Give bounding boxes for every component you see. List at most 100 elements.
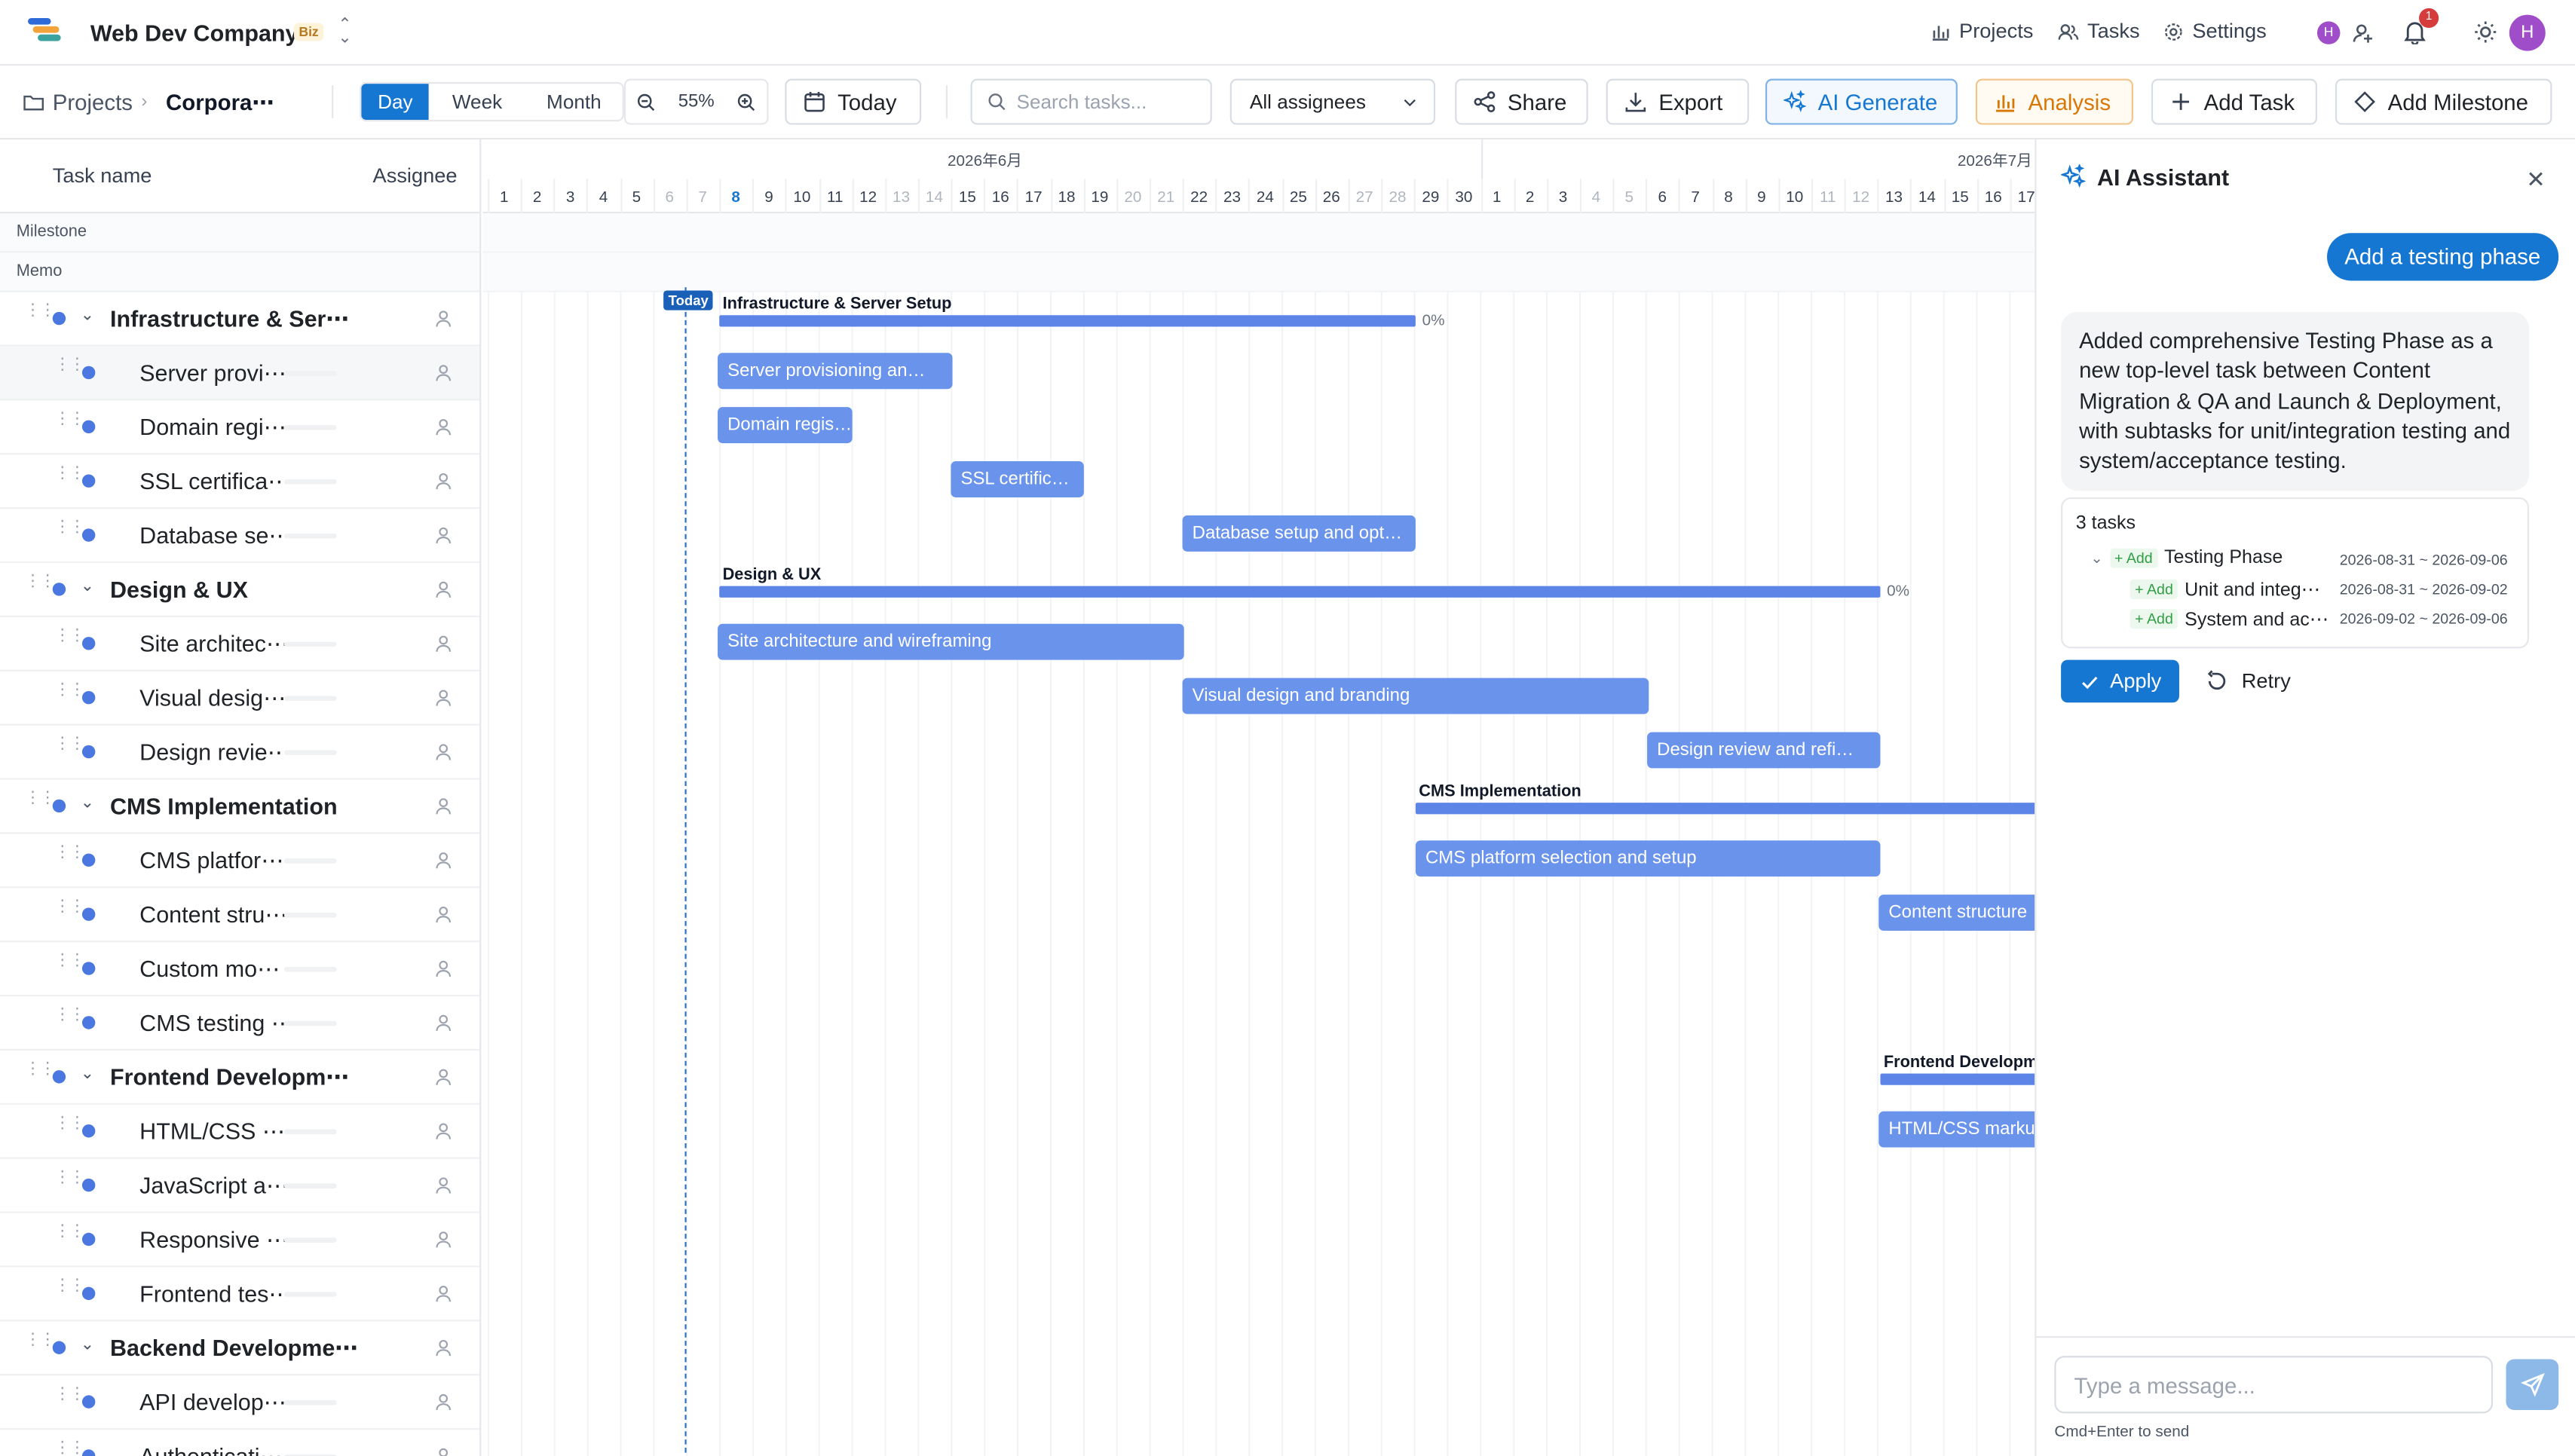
task-name[interactable]: Visual desig⋯: [139, 684, 286, 712]
assignee-icon[interactable]: [433, 1229, 453, 1249]
task-name[interactable]: Design revie⋯: [139, 739, 290, 766]
drag-handle-icon[interactable]: ⋮⋮: [54, 628, 85, 653]
chevron-down-icon[interactable]: ⌄: [81, 1336, 97, 1356]
assignee-icon[interactable]: [433, 1338, 453, 1357]
proposed-task-row[interactable]: + Add System and ac⋯: [2130, 607, 2329, 630]
drag-handle-icon[interactable]: ⋮⋮: [54, 357, 85, 382]
assignee-icon[interactable]: [433, 525, 453, 545]
nav-tasks[interactable]: Tasks: [2058, 20, 2140, 43]
task-bar[interactable]: Visual design and branding: [1182, 678, 1649, 714]
member-avatar[interactable]: H: [2316, 21, 2341, 44]
task-row[interactable]: ⋮⋮ Responsive ⋯: [0, 1213, 480, 1268]
company-name[interactable]: Web Dev Company: [90, 20, 299, 46]
task-bar[interactable]: Database setup and opt…: [1182, 515, 1416, 552]
chevron-down-icon[interactable]: ⌄: [2090, 549, 2102, 567]
task-name[interactable]: SSL certifica⋯: [139, 468, 291, 496]
drag-handle-icon[interactable]: ⋮⋮: [54, 1224, 85, 1249]
task-group-row[interactable]: ⋮⋮ ⌄ Backend Developme⋯: [0, 1321, 480, 1376]
task-bar[interactable]: CMS platform selection and setup: [1415, 840, 1881, 877]
task-name[interactable]: Frontend Developm⋯: [110, 1063, 349, 1091]
drag-handle-icon[interactable]: ⋮⋮: [54, 519, 85, 545]
drag-handle-icon[interactable]: ⋮⋮: [25, 1061, 56, 1087]
assignee-icon[interactable]: [433, 417, 453, 436]
assignee-icon[interactable]: [433, 688, 453, 708]
assignee-icon[interactable]: [433, 580, 453, 599]
task-name[interactable]: Server provi⋯: [139, 359, 286, 387]
task-name[interactable]: API develop⋯: [139, 1389, 286, 1417]
drag-handle-icon[interactable]: ⋮⋮: [25, 303, 56, 328]
task-row[interactable]: ⋮⋮ Frontend tes⋯: [0, 1268, 480, 1322]
task-row[interactable]: ⋮⋮ JavaScript a⋯: [0, 1159, 480, 1213]
drag-handle-icon[interactable]: ⋮⋮: [54, 682, 85, 708]
nav-projects[interactable]: Projects: [1930, 20, 2033, 43]
assignee-icon[interactable]: [433, 1013, 453, 1032]
task-bar[interactable]: SSL certific…: [951, 461, 1084, 497]
drag-handle-icon[interactable]: ⋮⋮: [54, 411, 85, 436]
task-name[interactable]: Backend Developme⋯: [110, 1335, 358, 1363]
share-button[interactable]: Share: [1455, 78, 1588, 125]
task-name[interactable]: Content stru⋯: [139, 901, 288, 929]
task-name[interactable]: JavaScript a⋯: [139, 1172, 289, 1200]
zoom-out-icon[interactable]: [635, 91, 657, 112]
chevron-down-icon[interactable]: ⌄: [81, 307, 97, 326]
task-row[interactable]: ⋮⋮ Authenticati⋯: [0, 1430, 479, 1456]
proposed-task-row[interactable]: + Add Unit and integ⋯: [2130, 578, 2320, 601]
assignee-icon[interactable]: [433, 1392, 453, 1412]
task-name[interactable]: CMS platfor⋯: [139, 847, 284, 875]
drag-handle-icon[interactable]: ⋮⋮: [25, 1332, 56, 1357]
task-bar[interactable]: HTML/CSS markup: [1878, 1111, 2035, 1148]
chevron-down-icon[interactable]: ⌄: [81, 1066, 97, 1085]
drag-handle-icon[interactable]: ⋮⋮: [54, 1007, 85, 1032]
task-row[interactable]: ⋮⋮ CMS testing ⋯: [0, 996, 480, 1051]
today-button[interactable]: Today: [785, 78, 922, 125]
task-row[interactable]: ⋮⋮ Visual desig⋯: [0, 671, 480, 726]
analysis-button[interactable]: Analysis: [1975, 78, 2133, 125]
assignee-icon[interactable]: [433, 308, 453, 328]
apply-button[interactable]: Apply: [2061, 659, 2179, 703]
task-row[interactable]: ⋮⋮ Content stru⋯: [0, 888, 480, 943]
view-week-button[interactable]: Week: [429, 84, 525, 120]
task-row[interactable]: ⋮⋮ Server provi⋯: [0, 346, 480, 401]
drag-handle-icon[interactable]: ⋮⋮: [54, 1440, 85, 1456]
parent-bar-cms[interactable]: [1415, 803, 2035, 815]
task-row[interactable]: ⋮⋮ Custom mo⋯: [0, 942, 480, 997]
task-name[interactable]: Custom mo⋯: [139, 956, 280, 983]
nav-settings[interactable]: Settings: [2163, 20, 2267, 43]
drag-handle-icon[interactable]: ⋮⋮: [54, 1170, 85, 1195]
drag-handle-icon[interactable]: ⋮⋮: [54, 465, 85, 491]
parent-bar-frontend[interactable]: [1880, 1073, 2035, 1085]
drag-handle-icon[interactable]: ⋮⋮: [25, 791, 56, 815]
task-name[interactable]: Frontend tes⋯: [139, 1280, 292, 1308]
assignee-icon[interactable]: [433, 362, 453, 382]
task-row[interactable]: ⋮⋮ HTML/CSS ⋯: [0, 1105, 480, 1159]
app-logo-icon[interactable]: [28, 17, 61, 47]
breadcrumb-projects[interactable]: Projects: [23, 90, 133, 115]
task-bar[interactable]: Site architecture and wireframing: [718, 623, 1184, 660]
assignee-icon[interactable]: [433, 742, 453, 762]
assignee-icon[interactable]: [433, 1176, 453, 1195]
view-month-button[interactable]: Month: [525, 84, 623, 120]
task-bar[interactable]: Domain regis…: [718, 407, 853, 444]
assignee-filter-select[interactable]: All assignees: [1229, 78, 1436, 125]
add-milestone-button[interactable]: Add Milestone: [2335, 78, 2552, 125]
drag-handle-icon[interactable]: ⋮⋮: [54, 1278, 85, 1303]
message-input[interactable]: Type a message...: [2054, 1356, 2494, 1414]
assignee-icon[interactable]: [433, 1283, 453, 1303]
assignee-icon[interactable]: [433, 1446, 453, 1456]
proposed-task-row[interactable]: ⌄ + Add Testing Phase: [2090, 548, 2283, 568]
close-icon[interactable]: ✕: [2526, 166, 2546, 194]
assignee-icon[interactable]: [433, 634, 453, 653]
task-row[interactable]: ⋮⋮ Design revie⋯: [0, 726, 480, 780]
export-button[interactable]: Export: [1606, 78, 1750, 125]
send-button[interactable]: [2506, 1359, 2559, 1411]
user-avatar[interactable]: H: [2509, 14, 2546, 51]
drag-handle-icon[interactable]: ⋮⋮: [54, 845, 85, 870]
assignee-icon[interactable]: [433, 796, 453, 815]
task-name[interactable]: Design & UX: [110, 577, 248, 603]
task-group-row[interactable]: ⋮⋮ ⌄ Frontend Developm⋯: [0, 1051, 480, 1105]
chevron-down-icon[interactable]: ⌄: [81, 794, 97, 814]
task-name[interactable]: HTML/CSS ⋯: [139, 1118, 285, 1146]
assignee-icon[interactable]: [433, 471, 453, 491]
task-name[interactable]: Responsive ⋯: [139, 1226, 289, 1254]
add-task-button[interactable]: Add Task: [2151, 78, 2317, 125]
